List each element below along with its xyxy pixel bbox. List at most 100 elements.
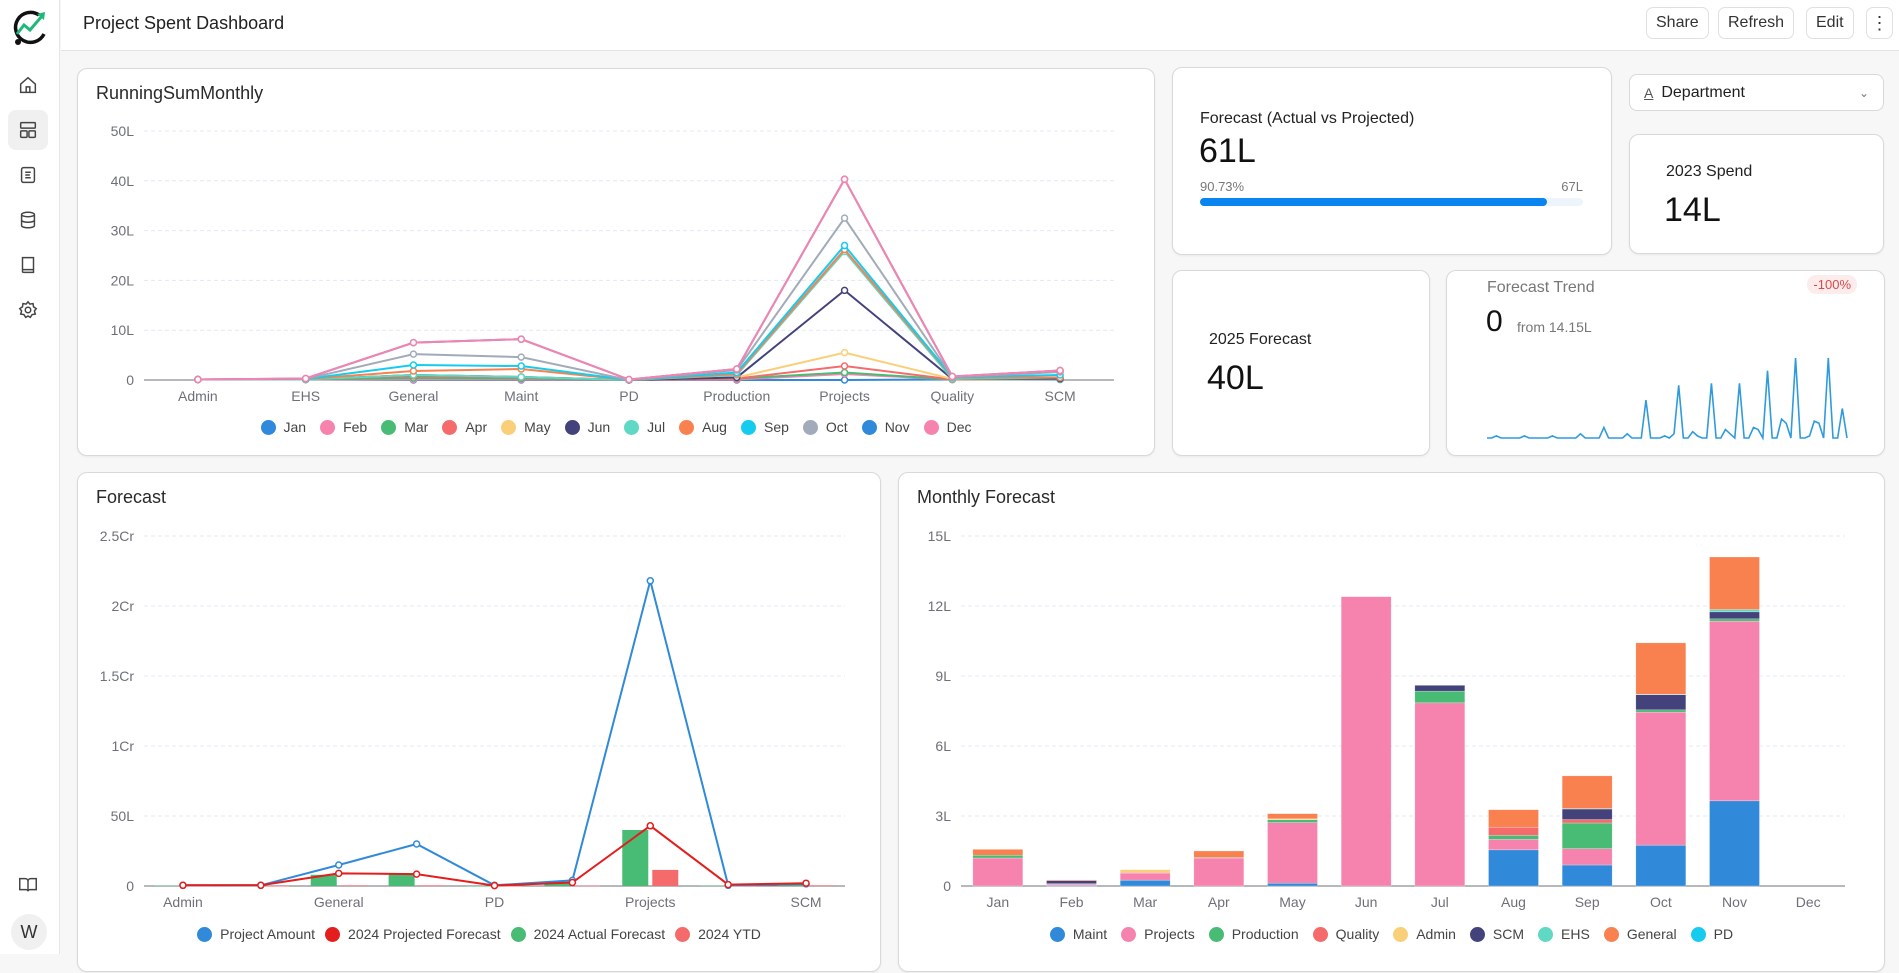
edit-button[interactable]: Edit: [1806, 7, 1854, 39]
bar-segment-scm: [1636, 695, 1686, 710]
refresh-button[interactable]: Refresh: [1718, 7, 1794, 39]
legend-swatch: [325, 927, 340, 942]
data-point: [410, 340, 416, 346]
kpi-value: 40L: [1207, 359, 1264, 398]
legend-item[interactable]: Mar: [381, 419, 428, 435]
y-tick-label: 1Cr: [111, 738, 134, 754]
more-options-button[interactable]: ⋮: [1866, 7, 1893, 39]
data-point: [518, 354, 524, 360]
series-line-sep: [198, 246, 1060, 380]
legend-item[interactable]: Jul: [624, 419, 665, 435]
bar-2024-actual-forecast: [622, 830, 648, 886]
x-tick-label: Feb: [1059, 894, 1083, 910]
legend-item[interactable]: Apr: [442, 419, 487, 435]
nav-reports[interactable]: [8, 155, 48, 195]
legend-item[interactable]: Jan: [261, 419, 307, 435]
bar-segment-production: [1489, 835, 1539, 839]
legend-item[interactable]: Projects: [1121, 926, 1195, 942]
legend-swatch: [1313, 927, 1328, 942]
legend-item[interactable]: Project Amount: [197, 926, 315, 942]
progress-target: 67L: [1561, 179, 1583, 194]
bar-segment-quality: [1562, 820, 1612, 824]
legend-label: Quality: [1336, 926, 1380, 942]
bar-segment-projects: [1710, 621, 1760, 801]
app-logo[interactable]: [9, 6, 51, 48]
nav-library[interactable]: [8, 245, 48, 285]
monthly-forecast-chart: 03L6L9L12L15LJanFebMarAprMayJunJulAugSep…: [899, 473, 1886, 973]
legend-item[interactable]: 2024 Projected Forecast: [325, 926, 501, 942]
header: Project Spent Dashboard Share Refresh Ed…: [61, 0, 1899, 51]
data-point: [842, 377, 848, 383]
bar-segment-production: [973, 855, 1023, 858]
data-point: [518, 374, 524, 380]
spend-2023-card: 2023 Spend 14L: [1629, 134, 1884, 254]
database-icon: [17, 209, 39, 231]
legend-swatch: [803, 420, 818, 435]
legend-label: Feb: [343, 419, 367, 435]
legend-label: Admin: [1416, 926, 1456, 942]
legend-item[interactable]: 2024 YTD: [675, 926, 761, 942]
bar-segment-general: [1489, 810, 1539, 828]
legend-item[interactable]: Quality: [1313, 926, 1380, 942]
progress-percent: 90.73%: [1200, 179, 1244, 194]
legend-label: Sep: [764, 419, 789, 435]
data-point: [725, 882, 731, 888]
x-tick-label: Aug: [1501, 894, 1526, 910]
legend-item[interactable]: Aug: [679, 419, 727, 435]
y-tick-label: 15L: [928, 528, 952, 544]
data-point: [1057, 368, 1063, 374]
data-point: [518, 336, 524, 342]
share-button[interactable]: Share: [1646, 7, 1709, 39]
open-book-icon: [17, 874, 39, 896]
nav-settings[interactable]: [8, 290, 48, 330]
legend-item[interactable]: Feb: [320, 419, 367, 435]
legend-item[interactable]: May: [501, 419, 550, 435]
bar-segment-general: [1636, 643, 1686, 694]
legend-item[interactable]: Jun: [565, 419, 611, 435]
x-tick-label: Oct: [1650, 894, 1672, 910]
x-tick-label: Apr: [1208, 894, 1230, 910]
kpi-title: Forecast (Actual vs Projected): [1200, 110, 1414, 128]
legend-swatch: [1050, 927, 1065, 942]
department-filter[interactable]: A Department ⌄: [1629, 74, 1884, 111]
legend-item[interactable]: Sep: [741, 419, 789, 435]
nav-dashboards[interactable]: [8, 110, 48, 150]
y-tick-label: 20L: [111, 272, 135, 288]
bar-2024-actual-forecast: [700, 886, 726, 887]
legend-item[interactable]: Nov: [862, 419, 910, 435]
legend-item[interactable]: Maint: [1050, 926, 1107, 942]
nav-docs[interactable]: [8, 865, 48, 905]
y-tick-label: 2.5Cr: [100, 528, 135, 544]
legend-label: 2024 Actual Forecast: [534, 926, 666, 942]
bar-segment-projects: [1636, 712, 1686, 845]
x-tick-label: Jan: [987, 894, 1010, 910]
nav-home[interactable]: [8, 65, 48, 105]
legend-item[interactable]: General: [1604, 926, 1677, 942]
legend-item[interactable]: 2024 Actual Forecast: [511, 926, 666, 942]
legend-item[interactable]: Admin: [1393, 926, 1456, 942]
legend-item[interactable]: Dec: [924, 419, 972, 435]
legend-item[interactable]: Production: [1209, 926, 1299, 942]
legend-item[interactable]: PD: [1691, 926, 1733, 942]
running-sum-chart: 010L20L30L40L50LAdminEHSGeneralMaintPDPr…: [78, 69, 1156, 457]
legend-swatch: [511, 927, 526, 942]
bar-2024-ytd: [263, 886, 289, 887]
nav-database[interactable]: [8, 200, 48, 240]
legend-item[interactable]: Oct: [803, 419, 848, 435]
legend-swatch: [1604, 927, 1619, 942]
x-tick-label: PD: [619, 388, 638, 404]
legend-item[interactable]: EHS: [1538, 926, 1590, 942]
gear-icon: [17, 299, 39, 321]
bar-segment-projects: [1268, 823, 1318, 884]
forecast-progress-card: Forecast (Actual vs Projected) 61L 90.73…: [1172, 67, 1612, 255]
bar-2024-ytd: [808, 885, 834, 886]
user-avatar[interactable]: W: [11, 914, 47, 950]
bar-2024-ytd: [574, 886, 600, 887]
legend-item[interactable]: SCM: [1470, 926, 1524, 942]
data-point: [410, 368, 416, 374]
data-point: [842, 350, 848, 356]
legend-label: EHS: [1561, 926, 1590, 942]
x-tick-label: Jul: [1431, 894, 1449, 910]
y-tick-label: 1.5Cr: [100, 668, 135, 684]
bar-segment-maint: [1710, 801, 1760, 886]
